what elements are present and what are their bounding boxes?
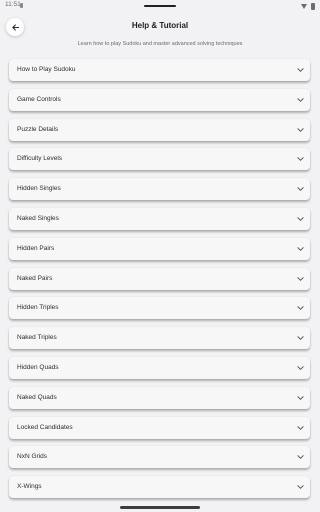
topic-hidden-singles[interactable]: Hidden Singles [9,178,310,201]
topic-naked-triples[interactable]: Naked Triples [9,327,310,350]
topic-naked-quads[interactable]: Naked Quads [9,386,310,409]
topic-label: Hidden Triples [17,304,59,312]
topic-label: Locked Candidates [17,423,73,431]
topic-label: NxN Grids [17,453,47,461]
page-subtitle: Learn how to play Sudoku and master adva… [77,41,243,47]
topic-label: Hidden Pairs [17,244,55,252]
chevron-down-icon [297,127,304,132]
chevron-down-icon [297,455,304,460]
wifi-icon [301,3,307,9]
chevron-down-icon [297,157,304,162]
topic-label: Difficulty Levels [17,155,63,163]
topic-naked-pairs[interactable]: Naked Pairs [9,267,310,290]
topic-label: Naked Pairs [17,274,53,282]
topic-label: Puzzle Details [17,125,59,133]
topic-label: Naked Singles [17,214,59,222]
help-topics-list: How to Play Sudoku Game Controls Puzzle … [9,59,310,506]
chevron-down-icon [297,395,304,400]
chevron-down-icon [297,246,304,251]
battery-icon [311,2,315,10]
notification-icon [20,3,23,8]
topic-hidden-triples[interactable]: Hidden Triples [9,297,310,320]
chevron-down-icon [297,217,304,221]
chevron-down-icon [297,425,304,430]
topic-label: Naked Quads [17,393,57,401]
topic-label: Game Controls [17,95,61,103]
topic-game-controls[interactable]: Game Controls [9,88,310,111]
topic-hidden-pairs[interactable]: Hidden Pairs [9,237,310,260]
topic-x-wings[interactable]: X-Wings [9,476,310,499]
camera-cutout [144,5,176,7]
topic-hidden-quads[interactable]: Hidden Quads [9,356,310,379]
topic-label: How to Play Sudoku [17,66,76,73]
topic-naked-singles[interactable]: Naked Singles [9,207,310,230]
chevron-down-icon [297,336,304,341]
topic-how-to-play[interactable]: How to Play Sudoku [9,59,310,81]
topic-label: X-Wings [17,483,42,491]
chevron-down-icon [297,97,304,102]
chevron-down-icon [297,485,304,489]
status-time: 11:51 [5,1,21,8]
topic-locked-candidates[interactable]: Locked Candidates [9,416,310,439]
topic-label: Naked Triples [17,334,57,342]
topic-nxn-grids[interactable]: NxN Grids [9,446,310,469]
topic-label: Hidden Singles [17,185,61,193]
status-icons [301,2,315,10]
app-header: Help & Tutorial [0,13,320,39]
topic-difficulty-levels[interactable]: Difficulty Levels [9,148,310,171]
chevron-down-icon [297,366,304,370]
topic-puzzle-details[interactable]: Puzzle Details [9,118,310,141]
chevron-down-icon [297,187,304,192]
chevron-down-icon [297,276,304,281]
topic-label: Hidden Quads [17,363,59,371]
chevron-down-icon [297,306,304,311]
page-title: Help & Tutorial [131,21,189,30]
gesture-home-bar[interactable] [120,506,200,509]
chevron-down-icon [297,68,304,72]
